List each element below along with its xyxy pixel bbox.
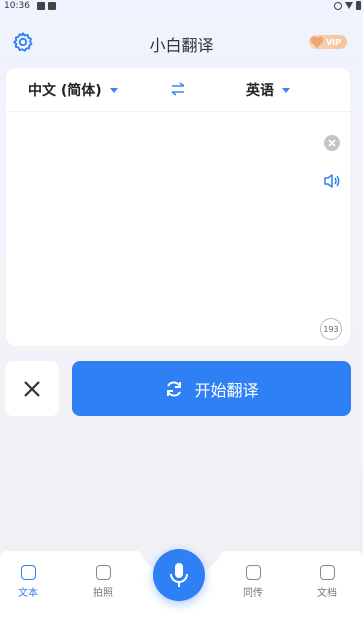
tab-text[interactable]: 文本 bbox=[3, 565, 53, 599]
vip-heart-icon bbox=[310, 36, 324, 48]
refresh-icon bbox=[167, 380, 182, 397]
tab-document[interactable]: 文档 bbox=[302, 565, 352, 599]
speaker-icon[interactable] bbox=[322, 171, 342, 191]
app-header: 小白翻译 VIP bbox=[0, 28, 363, 56]
char-counter: 193 bbox=[320, 318, 342, 340]
translate-button[interactable]: 开始翻译 bbox=[72, 361, 351, 416]
tab-text-label: 文本 bbox=[18, 588, 38, 599]
tab-simultaneous-label: 同传 bbox=[243, 588, 263, 599]
status-time: 10:36 bbox=[4, 1, 30, 11]
wifi-icon bbox=[345, 2, 353, 9]
tab-photo-label: 拍照 bbox=[93, 588, 113, 599]
translation-card: 中文 (简体) 英语 193 bbox=[6, 68, 350, 346]
status-bar: 10:36 bbox=[0, 0, 363, 12]
target-language-select[interactable]: 英语 bbox=[246, 80, 290, 100]
tab-document-label: 文档 bbox=[317, 588, 337, 599]
vip-label: VIP bbox=[325, 37, 341, 47]
microphone-button[interactable] bbox=[153, 549, 205, 601]
chat-icon bbox=[245, 565, 261, 580]
close-icon bbox=[24, 380, 40, 397]
chevron-down-icon bbox=[282, 87, 290, 93]
source-language-label: 中文 (简体) bbox=[28, 83, 102, 99]
microphone-icon bbox=[170, 563, 188, 587]
app-notification-icon bbox=[47, 2, 56, 10]
target-language-label: 英语 bbox=[246, 83, 274, 99]
dnd-icon bbox=[334, 1, 342, 10]
camera-icon bbox=[95, 565, 111, 580]
language-bar: 中文 (简体) 英语 bbox=[6, 68, 350, 112]
image-notification-icon bbox=[36, 2, 45, 10]
text-icon bbox=[20, 565, 36, 580]
battery-icon bbox=[356, 1, 361, 10]
source-text-input[interactable] bbox=[18, 122, 308, 302]
translate-button-label: 开始翻译 bbox=[194, 380, 259, 400]
clear-input-icon[interactable] bbox=[323, 134, 341, 152]
clear-button[interactable] bbox=[5, 361, 59, 416]
tab-photo[interactable]: 拍照 bbox=[78, 565, 128, 599]
tab-simultaneous[interactable]: 同传 bbox=[228, 565, 278, 599]
chevron-down-icon bbox=[109, 87, 118, 93]
document-icon bbox=[319, 565, 335, 580]
source-language-select[interactable]: 中文 (简体) bbox=[28, 80, 118, 100]
vip-badge[interactable]: VIP bbox=[309, 35, 347, 49]
swap-languages-icon[interactable] bbox=[169, 80, 187, 98]
